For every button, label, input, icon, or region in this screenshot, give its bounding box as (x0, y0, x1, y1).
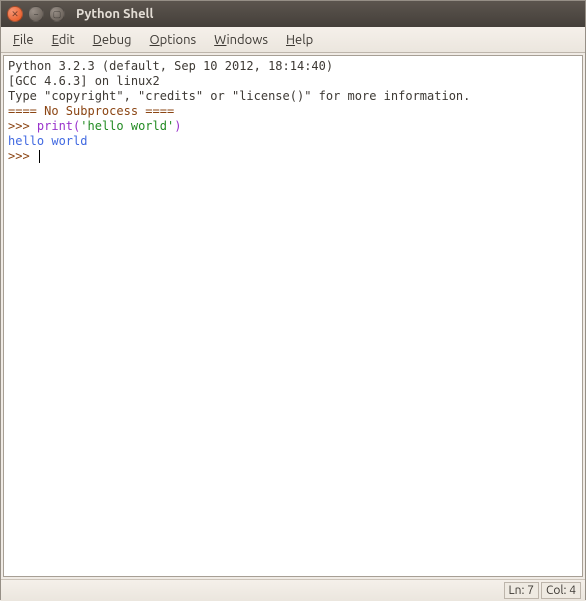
menu-options-rest: ptions (160, 33, 197, 47)
menu-help[interactable]: Help (278, 31, 321, 49)
output-line: hello world (8, 134, 87, 148)
info-line: Type "copyright", "credits" or "license(… (8, 89, 470, 103)
menu-debug-rest: ebug (102, 33, 132, 47)
close-button[interactable]: ✕ (7, 6, 23, 22)
input-paren-close: ) (174, 119, 181, 133)
menubar: File Edit Debug Options Windows Help (1, 27, 585, 53)
console-area[interactable]: Python 3.2.3 (default, Sep 10 2012, 18:1… (3, 55, 583, 577)
input-string: 'hello world' (80, 119, 174, 133)
version-line: Python 3.2.3 (default, Sep 10 2012, 18:1… (8, 59, 333, 73)
minimize-button[interactable]: − (28, 6, 44, 22)
gcc-line: [GCC 4.6.3] on linux2 (8, 74, 160, 88)
status-col: Col: 4 (541, 582, 581, 599)
status-line: Ln: 7 (504, 582, 539, 599)
console-text[interactable]: Python 3.2.3 (default, Sep 10 2012, 18:1… (4, 56, 582, 167)
subprocess-line: ==== No Subprocess ==== (8, 104, 174, 118)
menu-options[interactable]: Options (142, 31, 205, 49)
menu-debug[interactable]: Debug (85, 31, 140, 49)
menu-help-rest: elp (295, 33, 313, 47)
text-cursor (39, 150, 40, 163)
menu-file[interactable]: File (5, 31, 42, 49)
menu-windows-rest: indows (226, 33, 268, 47)
maximize-button[interactable]: ▢ (49, 6, 65, 22)
input-func: print (37, 119, 73, 133)
window-titlebar: ✕ − ▢ Python Shell (1, 1, 585, 27)
prompt-2: >>> (8, 149, 37, 163)
menu-windows[interactable]: Windows (206, 31, 276, 49)
menu-edit[interactable]: Edit (44, 31, 83, 49)
window-title: Python Shell (76, 7, 153, 21)
menu-edit-rest: dit (59, 33, 75, 47)
statusbar: Ln: 7 Col: 4 (1, 579, 585, 601)
menu-file-rest: ile (20, 33, 34, 47)
prompt-1: >>> (8, 119, 37, 133)
